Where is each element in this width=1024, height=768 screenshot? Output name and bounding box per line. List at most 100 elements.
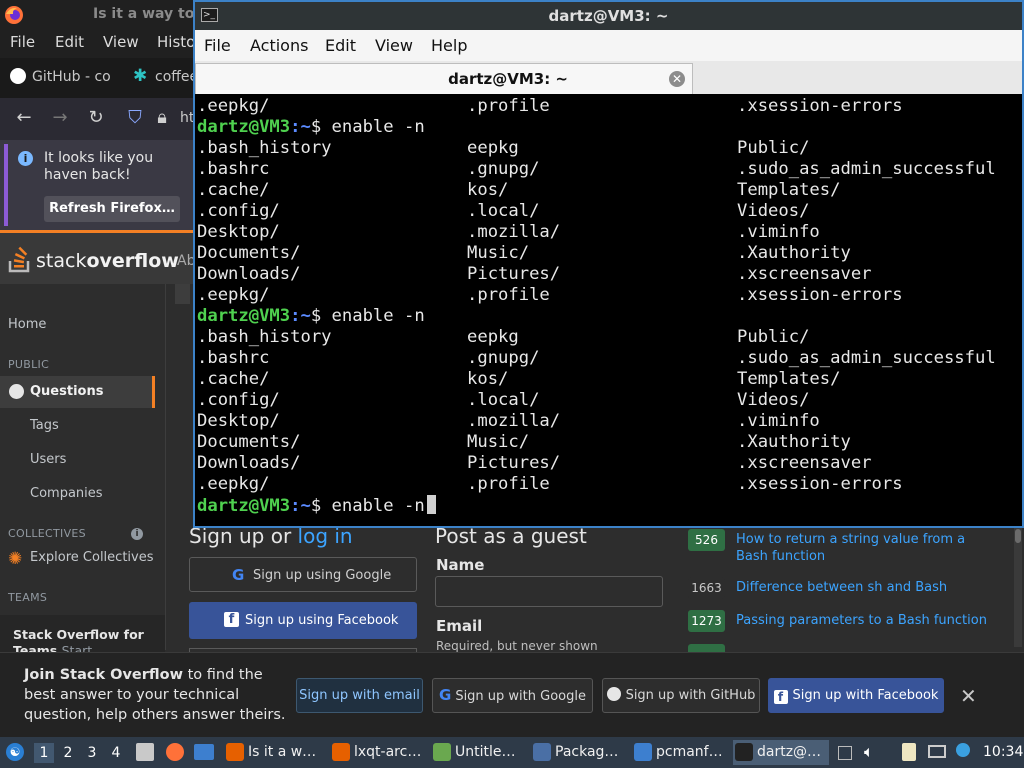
- forward-icon[interactable]: →: [50, 108, 70, 128]
- menu-file[interactable]: File: [204, 36, 231, 55]
- menu-view[interactable]: View: [375, 36, 413, 55]
- window-title: Is it a way to: [93, 6, 195, 22]
- menu-view[interactable]: View: [103, 33, 139, 51]
- listing-entry: .viminfo: [737, 411, 820, 431]
- join-banner: Join Stack Overflow to find the best ans…: [0, 652, 1024, 738]
- listing-entry: .mozilla/: [467, 411, 561, 431]
- signup-google-button[interactable]: G Sign up using Google: [189, 557, 417, 592]
- terminal-output[interactable]: .eepkg/ .profile .xsession-errors dartz@VM3…: [195, 96, 1022, 526]
- notice-text: It looks like you haven back!: [44, 150, 154, 183]
- taskbar-task[interactable]: Untitle…: [431, 740, 525, 765]
- taskbar-task-label: Untitle…: [455, 744, 516, 760]
- desktop-icon[interactable]: [194, 744, 214, 760]
- page-scrollbar[interactable]: [1014, 527, 1022, 647]
- listing-entry: .profile: [467, 285, 550, 305]
- scrollbar-thumb[interactable]: [1015, 529, 1021, 543]
- sidebar-heading-collectives: COLLECTIVES: [8, 527, 86, 540]
- workspace-4[interactable]: 4: [106, 743, 126, 763]
- command-text: $ enable -n: [310, 117, 425, 137]
- related-score: 1663: [688, 577, 725, 599]
- email-help-text: Required, but never shown: [436, 639, 598, 653]
- clock[interactable]: 10:34: [983, 744, 1023, 760]
- google-icon: G: [232, 566, 245, 584]
- sidebar-item-companies[interactable]: Companies: [30, 486, 103, 501]
- stackoverflow-logo-icon: [8, 246, 30, 273]
- listing-entry: .gnupg/: [467, 159, 540, 179]
- firefox-icon: [332, 743, 350, 761]
- facebook-icon: f: [773, 690, 788, 704]
- related-score-partial: [688, 644, 725, 652]
- taskbar-task[interactable]: pcmanf…: [632, 740, 728, 765]
- menu-edit[interactable]: Edit: [55, 33, 84, 51]
- reload-icon[interactable]: ↻: [86, 108, 106, 128]
- start-menu-icon[interactable]: ☯: [6, 743, 24, 761]
- signup-email-button[interactable]: Sign up with email: [296, 678, 423, 713]
- network-icon[interactable]: [928, 745, 946, 758]
- menu-actions[interactable]: Actions: [250, 36, 308, 55]
- taskbar-task[interactable]: lxqt-arc…: [330, 740, 426, 765]
- stackoverflow-logo[interactable]: stackoverflow: [36, 250, 179, 272]
- prompt-user: dartz@VM3: [197, 306, 291, 326]
- workspace-1[interactable]: 1: [34, 743, 54, 763]
- listing-entry: Documents/: [197, 432, 301, 452]
- menu-help[interactable]: Help: [431, 36, 467, 55]
- name-field[interactable]: [435, 576, 663, 607]
- terminal-tab[interactable]: dartz@VM3: ~ ✕: [195, 63, 693, 94]
- sidebar-item-home[interactable]: Home: [8, 317, 46, 332]
- tray-icon[interactable]: [838, 746, 852, 760]
- notice-accent: [4, 144, 8, 226]
- listing-entry: .xsession-errors: [737, 96, 903, 116]
- package-icon: [533, 743, 551, 761]
- sidebar-item-questions[interactable]: Questions: [30, 384, 103, 399]
- tab-coffee[interactable]: coffee: [155, 69, 198, 85]
- lock-icon: 🔒︎: [157, 107, 167, 128]
- back-icon[interactable]: ←: [14, 108, 34, 128]
- listing-entry: .xsession-errors: [737, 474, 903, 494]
- signup-with-github-button[interactable]: Sign up with GitHub: [602, 678, 760, 713]
- taskbar-task-label: dartz@…: [757, 744, 822, 760]
- text-editor-icon: [433, 743, 451, 761]
- related-question-link[interactable]: Passing parameters to a Bash function: [736, 612, 996, 629]
- listing-entry: Music/: [467, 432, 530, 452]
- listing-entry: .profile: [467, 96, 550, 116]
- menu-edit[interactable]: Edit: [325, 36, 356, 55]
- close-tab-icon[interactable]: ✕: [669, 71, 685, 87]
- listing-entry: .Xauthority: [737, 432, 851, 452]
- related-question-link[interactable]: Difference between sh and Bash: [736, 579, 996, 596]
- signup-with-google-button[interactable]: G Sign up with Google: [432, 678, 593, 713]
- update-icon[interactable]: [956, 743, 970, 757]
- menu-history[interactable]: Histo: [157, 33, 195, 51]
- listing-entry: kos/: [467, 180, 509, 200]
- tab-github[interactable]: GitHub - co: [32, 69, 111, 85]
- file-manager-launcher-icon[interactable]: [136, 743, 154, 761]
- terminal-titlebar[interactable]: >_ dartz@VM3: ~: [195, 2, 1022, 30]
- sidebar-item-users[interactable]: Users: [30, 452, 66, 467]
- refresh-firefox-button[interactable]: Refresh Firefox…: [44, 196, 180, 222]
- join-message: Join Stack Overflow to find the best ans…: [24, 667, 286, 723]
- volume-icon[interactable]: 🔈︎: [864, 742, 874, 762]
- info-icon[interactable]: i: [131, 528, 143, 540]
- workspace-3[interactable]: 3: [82, 743, 102, 763]
- related-question-link[interactable]: How to return a string value from a Bash…: [736, 531, 996, 565]
- listing-entry: Templates/: [737, 180, 841, 200]
- sidebar-item-tags[interactable]: Tags: [30, 418, 59, 433]
- sidebar-item-explore-collectives[interactable]: Explore Collectives: [30, 550, 154, 565]
- close-icon[interactable]: ✕: [960, 684, 977, 708]
- shield-icon[interactable]: ⛉: [125, 108, 145, 128]
- taskbar-task[interactable]: dartz@…: [733, 740, 829, 765]
- taskbar-task-label: lxqt-arc…: [354, 744, 422, 760]
- clipboard-icon[interactable]: [902, 743, 916, 761]
- signup-facebook-button[interactable]: f Sign up using Facebook: [189, 602, 417, 639]
- signup-with-facebook-button[interactable]: f Sign up with Facebook: [768, 678, 944, 713]
- taskbar-task[interactable]: Packag…: [531, 740, 627, 765]
- listing-entry: .viminfo: [737, 222, 820, 242]
- listing-entry: .sudo_as_admin_successful: [737, 348, 996, 368]
- listing-entry: .sudo_as_admin_successful: [737, 159, 996, 179]
- listing-entry: eepkg: [467, 327, 519, 347]
- listing-entry: .bashrc: [197, 159, 270, 179]
- workspace-2[interactable]: 2: [58, 743, 78, 763]
- firefox-launcher-icon[interactable]: [166, 743, 184, 761]
- taskbar-task[interactable]: Is it a w…: [224, 740, 324, 765]
- menu-file[interactable]: File: [10, 33, 35, 51]
- collectives-icon: ✺: [8, 549, 23, 569]
